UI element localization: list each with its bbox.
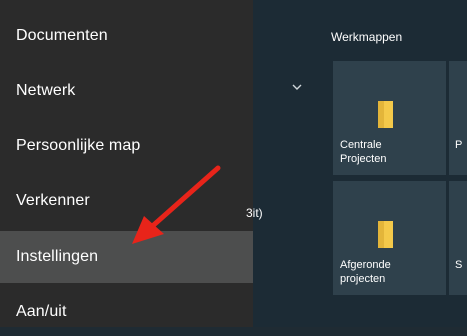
tile-label: P <box>455 139 463 151</box>
clipped-app-label: 3it) <box>246 206 263 220</box>
folder-icon <box>378 101 393 128</box>
tile-label: Centrale Projecten <box>340 139 387 165</box>
menu-item-aan-uit[interactable]: Aan/uit <box>0 288 253 336</box>
tile-group-title: Werkmappen <box>331 30 403 44</box>
tile-afgeronde-projecten[interactable]: Afgeronde projecten <box>333 181 446 295</box>
menu-item-label: Instellingen <box>16 248 99 265</box>
menu-item-label: Documenten <box>16 27 108 44</box>
menu-item-label: Aan/uit <box>16 303 67 320</box>
tile-partial-p[interactable]: P <box>449 61 467 175</box>
red-arrow-annotation <box>132 165 221 244</box>
menu-item-label: Verkenner <box>16 192 90 209</box>
folder-icon <box>378 221 393 248</box>
tile-label: S <box>455 259 463 271</box>
chevron-down-icon[interactable] <box>291 82 303 92</box>
menu-item-netwerk[interactable]: Netwerk <box>0 67 253 115</box>
tile-partial-s[interactable]: S <box>449 181 467 295</box>
tile-label: Afgeronde projecten <box>340 259 391 285</box>
menu-item-documenten[interactable]: Documenten <box>0 12 253 60</box>
menu-item-label: Netwerk <box>16 82 76 99</box>
tile-centrale-projecten[interactable]: Centrale Projecten <box>333 61 446 175</box>
menu-item-label: Persoonlijke map <box>16 137 141 154</box>
